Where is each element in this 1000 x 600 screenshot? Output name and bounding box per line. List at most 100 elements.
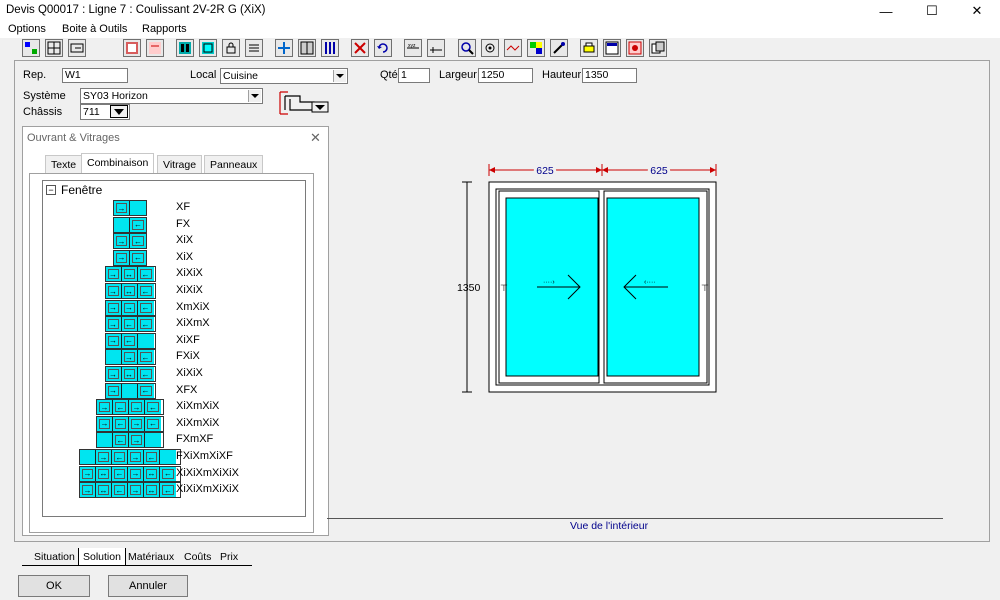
tab-couts[interactable]: Coûts: [180, 548, 216, 566]
combination-preview: → ↔ ← → ↔ ←: [79, 482, 181, 499]
combination-item[interactable]: → ↔ ← → ↔ ← XiXiXmXiXiX: [43, 465, 303, 482]
rep-input[interactable]: W1: [62, 68, 128, 83]
combination-item[interactable]: → ← → ← FXiXmXiXF: [43, 449, 303, 465]
fixed-pane: [105, 350, 122, 365]
arrow-left-icon: ←: [149, 419, 157, 429]
export-icon[interactable]: [123, 39, 141, 57]
combination-item[interactable]: → XF: [43, 200, 303, 216]
tab-prix[interactable]: Prix: [216, 548, 243, 566]
measure-icon[interactable]: [427, 39, 445, 57]
zoom-icon[interactable]: [458, 39, 476, 57]
combination-item[interactable]: → ← → ← XiXmXiX: [43, 399, 303, 416]
combination-preview: → ← → ←: [79, 449, 181, 465]
undo-icon[interactable]: [374, 39, 392, 57]
chevron-down-icon[interactable]: [248, 90, 261, 102]
hardware-icon[interactable]: [481, 39, 499, 57]
menu-boite-a-outils[interactable]: Boite à Outils: [62, 23, 127, 35]
combination-item[interactable]: → ← XiX: [43, 233, 303, 250]
menu-rapports[interactable]: Rapports: [142, 23, 187, 35]
combination-item[interactable]: → ↔ ← XiXiX: [43, 266, 303, 283]
combination-item[interactable]: → ← ← XiXmX: [43, 316, 303, 333]
split-icon[interactable]: [298, 39, 316, 57]
panel-icon[interactable]: [68, 39, 86, 57]
tab-texte[interactable]: Texte: [45, 155, 83, 173]
wrench-icon[interactable]: [550, 39, 568, 57]
arrow-left-icon: ←: [116, 402, 125, 412]
fixed-pane: [160, 450, 176, 464]
arrow-left-icon: ←: [147, 452, 156, 462]
grid-icon[interactable]: [45, 39, 63, 57]
combination-name: XiXiXmXiXiX: [176, 466, 239, 479]
pane-icon[interactable]: [176, 39, 194, 57]
tab-solution[interactable]: Solution: [78, 548, 126, 566]
tree-collapse-icon[interactable]: −: [46, 185, 56, 195]
list-icon[interactable]: [245, 39, 263, 57]
sliding-pane: ←: [144, 450, 160, 464]
menu-options[interactable]: Options: [8, 23, 46, 35]
combination-item[interactable]: → ← → ← XiXmXiX: [43, 415, 303, 432]
window-icon[interactable]: [603, 39, 621, 57]
chassis-label: Châssis: [23, 106, 63, 118]
combination-item[interactable]: → ← XFX: [43, 382, 303, 399]
systeme-value: SY03 Horizon: [83, 90, 148, 102]
combination-item[interactable]: ← FX: [43, 216, 303, 233]
combination-tree[interactable]: − Fenêtre → XF ← FX → ← XiX → ← XiX → ↔ ← XiXiX → ↔ ← XiX…: [42, 180, 306, 517]
arrow-right-icon: →: [132, 435, 141, 445]
delete-icon[interactable]: [351, 39, 369, 57]
chevron-down-icon[interactable]: [110, 105, 128, 118]
report-icon[interactable]: [146, 39, 164, 57]
svg-text:xyz: xyz: [408, 43, 416, 49]
copy-icon[interactable]: [649, 39, 667, 57]
dim-right-label: 625: [650, 165, 668, 177]
profile-picker[interactable]: [278, 90, 330, 116]
glass-icon[interactable]: [199, 39, 217, 57]
close-icon[interactable]: ✕: [310, 130, 321, 146]
combination-name: XiXmXiX: [176, 400, 220, 413]
tab-situation[interactable]: Situation: [30, 548, 79, 566]
arrow-right-icon: →: [117, 236, 126, 246]
tree-icon[interactable]: [22, 39, 40, 57]
combination-item[interactable]: → ← FXiX: [43, 349, 303, 366]
combination-item[interactable]: ← → FXmXF: [43, 432, 303, 449]
sliding-pane: →: [105, 333, 122, 348]
qte-input[interactable]: 1: [398, 68, 430, 83]
tab-materiaux[interactable]: Matériaux: [124, 548, 179, 566]
color-icon[interactable]: [527, 39, 545, 57]
sliding-pane: →: [105, 267, 122, 282]
rep-label: Rep.: [23, 69, 47, 81]
combination-preview: → ← ←: [104, 316, 156, 333]
lock-icon[interactable]: [222, 39, 240, 57]
local-select[interactable]: Cuisine: [220, 68, 348, 84]
combination-item[interactable]: → ← XiX: [43, 249, 303, 266]
chevron-down-icon[interactable]: [333, 70, 346, 82]
minimize-button[interactable]: —: [864, 0, 908, 22]
profile-icon[interactable]: [504, 39, 522, 57]
maximize-button[interactable]: ☐: [910, 0, 954, 22]
close-button[interactable]: ✕: [955, 0, 999, 22]
largeur-input[interactable]: 1250: [478, 68, 533, 83]
combination-item[interactable]: → ↔ ← → ↔ ← XiXiXmXiXiX: [43, 482, 303, 499]
tab-combinaison[interactable]: Combinaison: [81, 153, 155, 174]
chassis-select[interactable]: 711: [80, 104, 130, 120]
bars-icon[interactable]: [321, 39, 339, 57]
cancel-button[interactable]: Annuler: [108, 575, 188, 597]
print-icon[interactable]: [580, 39, 598, 57]
systeme-select[interactable]: SY03 Horizon: [80, 88, 263, 104]
sliding-pane: →: [129, 400, 145, 415]
combination-item[interactable]: → ← XiXF: [43, 332, 303, 349]
image-icon[interactable]: [626, 39, 644, 57]
ok-button[interactable]: OK: [18, 575, 90, 597]
tab-panneaux[interactable]: Panneaux: [204, 155, 264, 173]
cross-icon[interactable]: [275, 39, 293, 57]
arrow-left-icon: ←: [116, 419, 125, 429]
sliding-pane: →: [80, 466, 96, 481]
hauteur-input[interactable]: 1350: [582, 68, 637, 83]
width-dimension: [488, 164, 717, 176]
sliding-pane: →: [105, 300, 122, 315]
tab-vitrage[interactable]: Vitrage: [157, 155, 203, 173]
tree-root-label[interactable]: Fenêtre: [61, 183, 102, 197]
dimension-icon[interactable]: xyz: [404, 39, 422, 57]
combination-item[interactable]: → → ← XmXiX: [43, 299, 303, 316]
combination-item[interactable]: → ↔ ← XiXiX: [43, 366, 303, 382]
combination-item[interactable]: → ↔ ← XiXiX: [43, 283, 303, 299]
